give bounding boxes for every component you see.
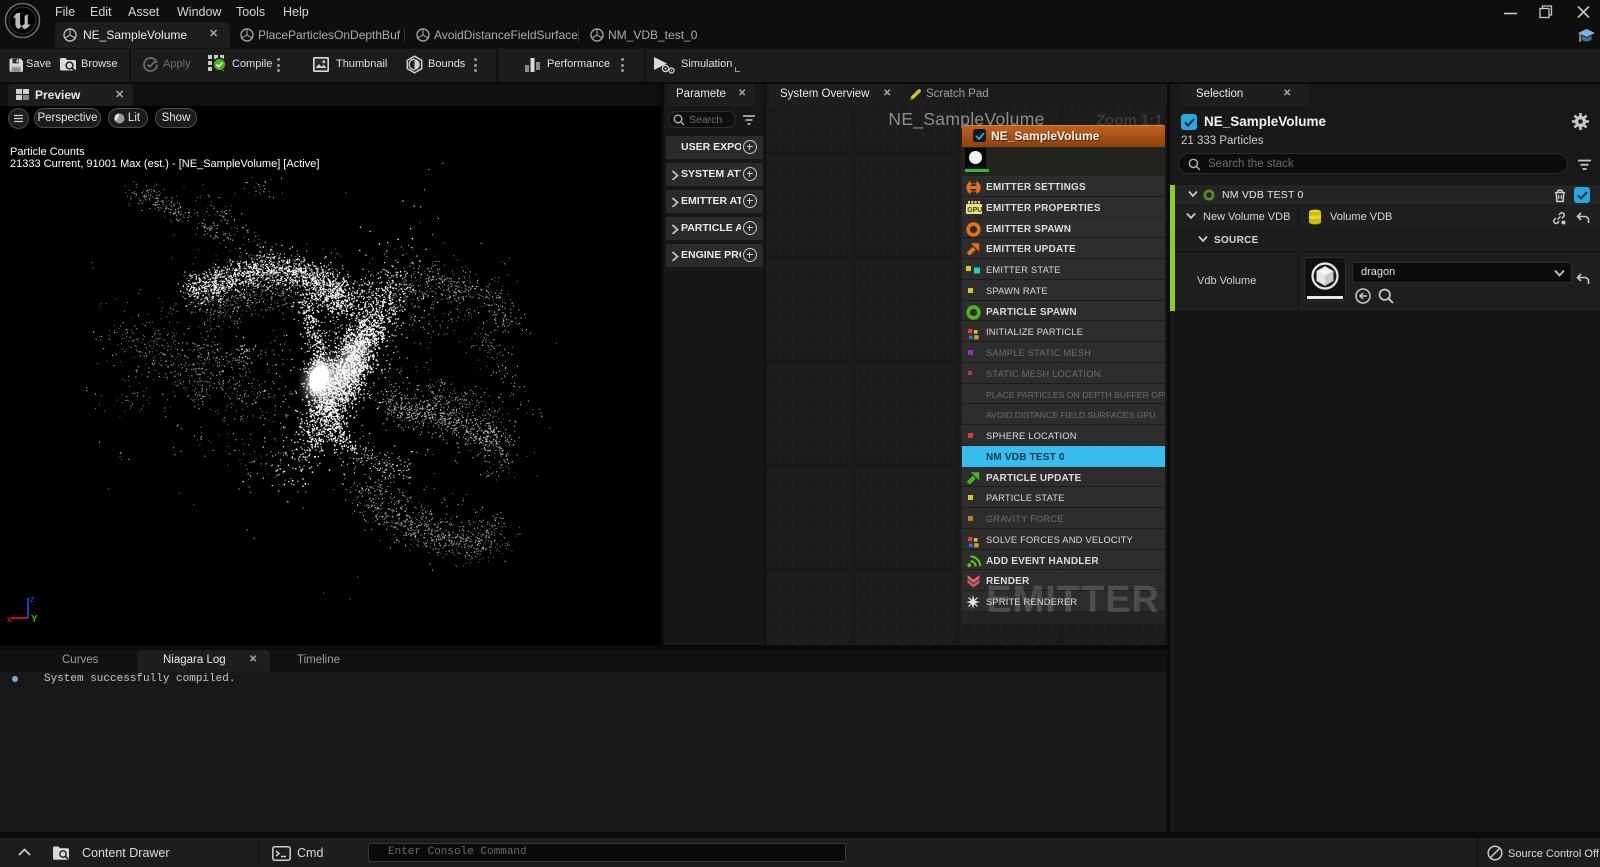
svg-text:z: z <box>30 594 35 604</box>
svg-text:Y: Y <box>31 614 38 625</box>
svg-text:x: x <box>7 614 12 624</box>
svg-text:GPU: GPU <box>967 207 982 214</box>
